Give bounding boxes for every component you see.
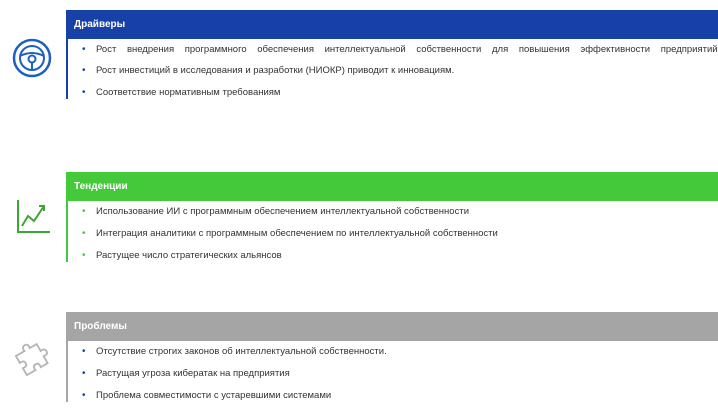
trends-body: • Использование ИИ с программным обеспеч…	[66, 201, 718, 262]
list-item-text: Растущее число стратегических альянсов	[96, 250, 282, 261]
bullet-icon: •	[82, 44, 86, 55]
list-item: • Проблема совместимости с устаревшими с…	[78, 389, 718, 402]
trends-header: Тенденции	[66, 172, 718, 201]
problems-body: • Отсутствие строгих законов об интеллек…	[66, 341, 718, 402]
drivers-body: • Рост внедрения программного обеспечени…	[66, 39, 718, 99]
list-item: • Рост инвестиций в исследования и разра…	[78, 64, 718, 77]
problems-content: Проблемы • Отсутствие строгих законов об…	[66, 312, 718, 411]
bullet-icon: •	[82, 368, 86, 379]
list-item: • Рост внедрения программного обеспечени…	[78, 43, 718, 56]
list-item-text: Проблема совместимости с устаревшими сис…	[96, 390, 332, 401]
bullet-icon: •	[82, 206, 86, 217]
drivers-list: • Рост внедрения программного обеспечени…	[78, 43, 718, 99]
list-item: • Отсутствие строгих законов об интеллек…	[78, 345, 718, 358]
bullet-icon: •	[82, 346, 86, 357]
drivers-header: Драйверы	[66, 10, 718, 39]
trends-content: Тенденции • Использование ИИ с программн…	[66, 172, 718, 271]
list-item: • Интеграция аналитики с программным обе…	[78, 227, 718, 240]
trend-chart-icon	[10, 194, 54, 238]
problems-list: • Отсутствие строгих законов об интеллек…	[78, 345, 718, 402]
steering-wheel-icon	[10, 36, 54, 80]
slide: Драйверы • Рост внедрения программного о…	[0, 0, 718, 414]
list-item-text: Растущая угроза кибератак на предприятия	[96, 368, 290, 379]
bullet-icon: •	[82, 65, 86, 76]
bullet-icon: •	[82, 390, 86, 401]
list-item-text: Интеграция аналитики с программным обесп…	[96, 228, 498, 239]
list-item-text: Рост инвестиций в исследования и разрабо…	[96, 65, 455, 76]
list-item-text: Использование ИИ с программным обеспечен…	[96, 206, 469, 217]
list-item: • Использование ИИ с программным обеспеч…	[78, 205, 718, 218]
bullet-icon: •	[82, 228, 86, 239]
list-item-text: Рост внедрения программного обеспечения …	[96, 44, 718, 55]
problems-header: Проблемы	[66, 312, 718, 341]
trends-list: • Использование ИИ с программным обеспеч…	[78, 205, 718, 262]
list-item-text: Отсутствие строгих законов об интеллекту…	[96, 346, 387, 357]
list-item: • Растущая угроза кибератак на предприят…	[78, 367, 718, 380]
list-item: • Растущее число стратегических альянсов	[78, 249, 718, 262]
puzzle-icon	[10, 334, 54, 378]
list-item-text: Соответствие нормативным требованиям	[96, 87, 281, 98]
bullet-icon: •	[82, 250, 86, 261]
list-item: • Соответствие нормативным требованиям	[78, 86, 718, 99]
bullet-icon: •	[82, 87, 86, 98]
drivers-content: Драйверы • Рост внедрения программного о…	[66, 10, 718, 108]
